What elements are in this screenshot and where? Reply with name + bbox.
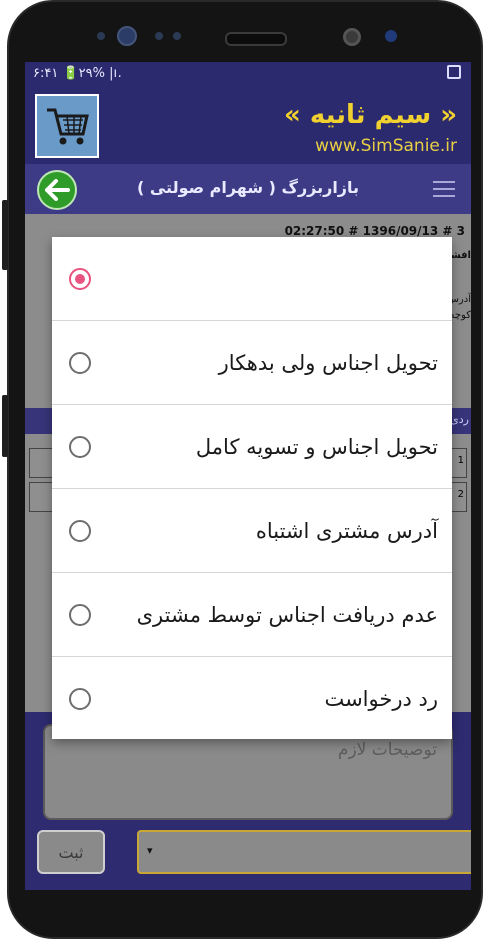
sensor-dot bbox=[173, 32, 181, 40]
option-label: آدرس مشتری اشتباه bbox=[255, 519, 438, 543]
status-options-dialog: تحویل اجناس ولی بدهکار تحویل اجناس و تسو… bbox=[52, 237, 452, 739]
menu-icon[interactable] bbox=[433, 181, 455, 197]
option-row[interactable]: آدرس مشتری اشتباه bbox=[52, 489, 452, 573]
row-number: 1 bbox=[457, 455, 464, 466]
option-label bbox=[108, 237, 438, 321]
option-row[interactable]: عدم دریافت اجناس توسط مشتری bbox=[52, 573, 452, 657]
front-camera-icon bbox=[117, 26, 137, 46]
power-button bbox=[2, 395, 8, 457]
option-label: عدم دریافت اجناس توسط مشتری bbox=[136, 603, 438, 627]
earpiece-speaker bbox=[225, 32, 287, 46]
brand-title: « سیم ثانیه » bbox=[284, 100, 457, 130]
option-row[interactable]: رد درخواست bbox=[52, 657, 452, 741]
radio-button[interactable] bbox=[69, 352, 91, 374]
phone-bottom-bezel bbox=[9, 890, 481, 937]
brand-header: « سیم ثانیه » www.SimSanie.ir bbox=[25, 86, 471, 164]
camera-lens-icon bbox=[385, 30, 397, 42]
submit-button[interactable]: ثبت bbox=[37, 830, 105, 874]
image-icon bbox=[447, 65, 461, 79]
iris-scanner-icon bbox=[343, 28, 361, 46]
back-button[interactable] bbox=[37, 170, 77, 210]
option-label: رد درخواست bbox=[324, 687, 438, 711]
status-bar: ۶:۴۱ 🔋۲۹% |ı. bbox=[25, 62, 471, 86]
volume-button bbox=[2, 200, 8, 270]
nav-bar: بازاربزرگ ( شهرام صولتی ) bbox=[25, 164, 471, 214]
phone-top-bezel bbox=[9, 2, 481, 62]
dropdown-arrow-icon: ▾ bbox=[147, 844, 153, 857]
radio-button[interactable] bbox=[69, 688, 91, 710]
arrow-left-icon bbox=[45, 179, 70, 201]
notes-placeholder: توصیحات لازم bbox=[337, 740, 437, 760]
option-row[interactable]: تحویل اجناس ولی بدهکار bbox=[52, 321, 452, 405]
radio-button[interactable] bbox=[69, 436, 91, 458]
radio-button[interactable] bbox=[69, 520, 91, 542]
option-label: تحویل اجناس ولی بدهکار bbox=[218, 351, 438, 375]
sensor-dot bbox=[155, 32, 163, 40]
table-header-cell: ردی bbox=[450, 413, 469, 426]
address-value-peek: کوچه bbox=[449, 310, 471, 321]
radio-button[interactable] bbox=[69, 268, 91, 290]
brand-url: www.SimSanie.ir bbox=[315, 136, 457, 156]
radio-button[interactable] bbox=[69, 604, 91, 626]
status-text: ۶:۴۱ 🔋۲۹% |ı. bbox=[33, 66, 123, 81]
page-title: بازاربزرگ ( شهرام صولتی ) bbox=[136, 178, 360, 197]
order-line: 02:27:50 # 1396/09/13 # 3 bbox=[284, 224, 465, 238]
option-row[interactable]: تحویل اجناس و تسویه کامل bbox=[52, 405, 452, 489]
status-select[interactable]: ▾ bbox=[137, 830, 471, 874]
sensor-dot bbox=[97, 32, 105, 40]
option-label: تحویل اجناس و تسویه کامل bbox=[195, 435, 438, 459]
option-row[interactable] bbox=[52, 237, 452, 321]
row-number: 2 bbox=[457, 489, 464, 500]
shopping-cart-logo-icon bbox=[35, 94, 99, 158]
